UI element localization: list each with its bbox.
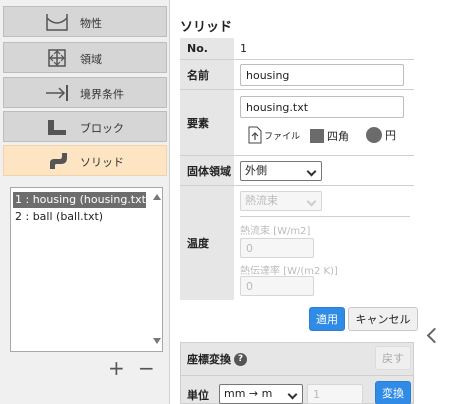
no-label: No. [180, 38, 234, 60]
apply-button[interactable]: 適用 [309, 307, 345, 331]
temperature-label-text: 温度 [187, 237, 209, 250]
chevron-down-icon [306, 166, 317, 177]
element-value-cell: ファイル 四角 円 [234, 90, 414, 156]
file-upload-icon [248, 126, 262, 144]
scroll-down-icon[interactable] [153, 338, 161, 344]
nav-label-boundary: 境界条件 [80, 88, 124, 101]
property-icon [46, 14, 68, 31]
no-label-text: No. [187, 42, 208, 55]
square-label: 四角 [327, 130, 349, 143]
name-input[interactable] [240, 64, 404, 86]
domain-icon [48, 49, 66, 67]
coordinate-transform-section: 座標変換 ? 戻す 単位 mm → m 変換 [180, 342, 414, 404]
nav-item-property[interactable]: 物性 [3, 6, 167, 37]
remove-button[interactable]: − [138, 358, 155, 378]
coord-header: 座標変換 ? [187, 351, 247, 367]
list-item[interactable]: 1 : housing (housing.txt) [13, 192, 150, 208]
nav-item-solid[interactable]: ソリッド [3, 145, 167, 176]
nav-item-boundary[interactable]: 境界条件 [3, 77, 167, 108]
scale-factor-input[interactable] [307, 384, 363, 404]
nav-item-block[interactable]: ブロック [3, 111, 167, 142]
element-label: 要素 [180, 90, 234, 156]
file-button[interactable]: ファイル [248, 126, 300, 144]
no-value: 1 [240, 42, 247, 55]
unit-value: mm → m [224, 387, 273, 400]
coord-title: 座標変換 [187, 353, 231, 366]
collapse-strip [422, 0, 450, 404]
heat-flux-label: 熱流束 [W/m2] [240, 226, 311, 237]
name-label-text: 名前 [187, 68, 209, 82]
nav-item-domain[interactable]: 領域 [3, 42, 167, 73]
circle-button[interactable]: 円 [366, 127, 396, 143]
element-label-text: 要素 [187, 116, 209, 130]
solid-region-label-text: 固体領域 [187, 164, 231, 178]
chevron-down-icon [306, 196, 317, 207]
circle-icon [366, 127, 382, 143]
unit-label: 単位 [187, 389, 209, 402]
solid-region-label: 固体領域 [180, 156, 234, 186]
element-input[interactable] [240, 96, 404, 118]
temperature-type-select[interactable]: 熱流束 [240, 191, 322, 211]
solid-icon [50, 153, 67, 169]
add-button[interactable]: + [108, 358, 125, 378]
unit-select[interactable]: mm → m [219, 384, 303, 404]
nav-label-domain: 領域 [80, 53, 102, 66]
temperature-cell: 熱流束 熱流束 [W/m2] 熱伝達率 [W/(m2 K)] [234, 186, 414, 300]
chevron-down-icon [287, 389, 298, 400]
square-button[interactable]: 四角 [310, 128, 349, 144]
convert-button[interactable]: 変換 [375, 381, 411, 404]
name-value-cell [234, 60, 414, 90]
boundary-icon [46, 85, 68, 101]
block-icon [48, 120, 66, 135]
square-icon [310, 129, 324, 143]
heat-transfer-label: 熱伝達率 [W/(m2 K)] [240, 266, 338, 277]
heat-flux-input[interactable] [240, 238, 314, 258]
nav-label-block: ブロック [80, 122, 124, 135]
file-label: ファイル [264, 131, 301, 142]
solid-listbox[interactable]: 1 : housing (housing.txt) 2 : ball (ball… [10, 187, 163, 352]
help-icon[interactable]: ? [234, 352, 247, 366]
nav-label-property: 物性 [80, 17, 102, 30]
list-item[interactable]: 2 : ball (ball.txt) [13, 209, 146, 225]
solid-region-value: 外側 [245, 164, 267, 177]
divider [240, 216, 410, 217]
cancel-button[interactable]: キャンセル [348, 307, 418, 331]
left-panel: 物性 領域 境界条件 ブロック ソリッド 1 : housing (housin… [0, 0, 170, 404]
no-value-cell: 1 [234, 38, 414, 60]
temperature-type-value: 熱流束 [245, 194, 278, 207]
solid-region-select[interactable]: 外側 [240, 161, 322, 181]
scroll-up-icon[interactable] [153, 194, 161, 200]
solid-region-cell: 外側 [234, 156, 414, 186]
revert-button[interactable]: 戻す [375, 346, 411, 370]
temperature-label: 温度 [180, 186, 234, 300]
nav-label-solid: ソリッド [80, 156, 124, 169]
divider [181, 375, 413, 376]
solid-editor-panel: ソリッド No. 1 名前 要素 ファイル 四角 円 固体領域 [172, 0, 422, 404]
circle-label: 円 [385, 129, 396, 142]
name-label: 名前 [180, 60, 234, 90]
heat-transfer-input[interactable] [240, 276, 314, 296]
page-title: ソリッド [180, 20, 233, 35]
